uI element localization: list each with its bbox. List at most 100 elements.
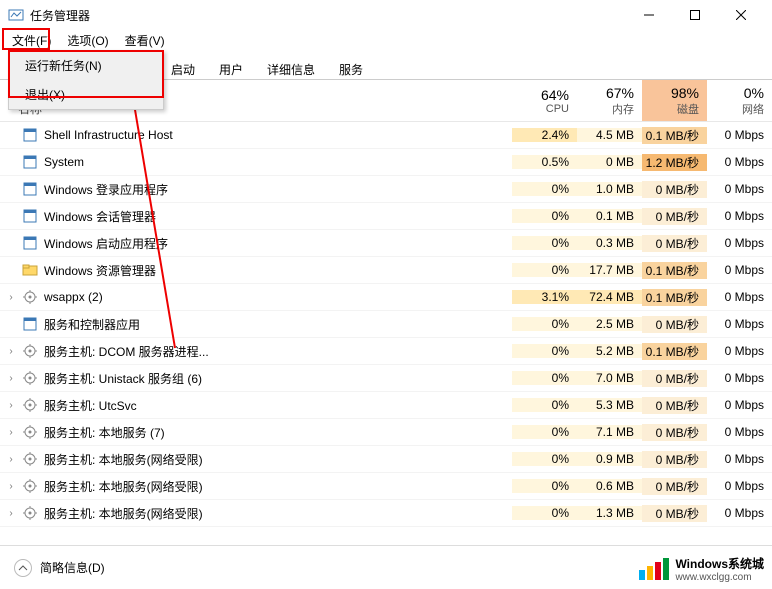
- process-name-cell: ›服务主机: 本地服务(网络受限): [0, 478, 512, 495]
- net-label: 网络: [707, 101, 764, 117]
- menu-file[interactable]: 文件(F): [4, 30, 59, 51]
- process-icon: [22, 478, 38, 494]
- disk-cell: 0 MB/秒: [642, 235, 707, 252]
- network-cell: 0 Mbps: [707, 344, 772, 358]
- minimize-button[interactable]: [626, 0, 672, 30]
- disk-cell: 0.1 MB/秒: [642, 289, 707, 306]
- cpu-cell: 0.5%: [512, 155, 577, 169]
- table-row[interactable]: Windows 登录应用程序0%1.0 MB0 MB/秒0 Mbps: [0, 176, 772, 203]
- process-name: 服务主机: DCOM 服务器进程...: [44, 343, 209, 360]
- disk-cell: 0 MB/秒: [642, 370, 707, 387]
- process-name-cell: › 服务主机: 本地服务(网络受限): [0, 451, 512, 468]
- cpu-cell: 0%: [512, 479, 577, 493]
- expand-icon[interactable]: ›: [6, 481, 16, 492]
- process-icon: [22, 451, 38, 467]
- cpu-cell: 0%: [512, 452, 577, 466]
- network-cell: 0 Mbps: [707, 317, 772, 331]
- process-icon: [22, 235, 38, 251]
- menu-run-new-task[interactable]: 运行新任务(N): [9, 51, 163, 80]
- expand-icon[interactable]: ›: [6, 427, 16, 438]
- expand-icon[interactable]: ›: [6, 292, 16, 303]
- expand-icon[interactable]: ›: [6, 508, 16, 519]
- process-name-cell: ›服务主机: 本地服务 (7): [0, 424, 512, 441]
- network-cell: 0 Mbps: [707, 506, 772, 520]
- col-network[interactable]: 0% 网络: [707, 80, 772, 121]
- memory-cell: 72.4 MB: [577, 290, 642, 304]
- expand-icon[interactable]: ›: [6, 454, 16, 465]
- network-cell: 0 Mbps: [707, 209, 772, 223]
- table-row[interactable]: ›服务主机: DCOM 服务器进程...0%5.2 MB0.1 MB/秒0 Mb…: [0, 338, 772, 365]
- table-row[interactable]: ›服务主机: 本地服务(网络受限)0%1.3 MB0 MB/秒0 Mbps: [0, 500, 772, 527]
- table-row[interactable]: ›服务主机: 本地服务 (7)0%7.1 MB0 MB/秒0 Mbps: [0, 419, 772, 446]
- expand-icon[interactable]: ›: [6, 346, 16, 357]
- process-name: 服务主机: 本地服务(网络受限): [44, 451, 203, 468]
- file-dropdown: 运行新任务(N) 退出(X): [8, 50, 164, 110]
- process-name-cell: Windows 启动应用程序: [0, 235, 512, 252]
- process-icon: [22, 397, 38, 413]
- memory-cell: 5.3 MB: [577, 398, 642, 412]
- process-name-cell: Windows 会话管理器: [0, 208, 512, 225]
- network-cell: 0 Mbps: [707, 452, 772, 466]
- disk-percent: 98%: [642, 85, 699, 101]
- disk-cell: 0 MB/秒: [642, 505, 707, 522]
- cpu-cell: 0%: [512, 371, 577, 385]
- network-cell: 0 Mbps: [707, 425, 772, 439]
- cpu-cell: 0%: [512, 398, 577, 412]
- expand-icon[interactable]: ›: [6, 373, 16, 384]
- col-disk[interactable]: 98% 磁盘: [642, 80, 707, 121]
- menu-options[interactable]: 选项(O): [59, 30, 116, 51]
- process-icon: [22, 154, 38, 170]
- process-name-cell: ›wsappx (2): [0, 289, 512, 305]
- process-name: Windows 会话管理器: [44, 208, 156, 225]
- table-row[interactable]: ›服务主机: UtcSvc0%5.3 MB0 MB/秒0 Mbps: [0, 392, 772, 419]
- process-name-cell: Windows 登录应用程序: [0, 181, 512, 198]
- maximize-button[interactable]: [672, 0, 718, 30]
- menu-exit[interactable]: 退出(X): [9, 80, 163, 109]
- col-cpu[interactable]: 64% CPU: [512, 80, 577, 121]
- disk-cell: 0 MB/秒: [642, 478, 707, 495]
- table-row[interactable]: Windows 资源管理器0%17.7 MB0.1 MB/秒0 Mbps: [0, 257, 772, 284]
- network-cell: 0 Mbps: [707, 236, 772, 250]
- cpu-percent: 64%: [512, 87, 569, 103]
- table-row[interactable]: ›服务主机: 本地服务(网络受限)0%0.9 MB0 MB/秒0 Mbps: [0, 446, 772, 473]
- network-cell: 0 Mbps: [707, 398, 772, 412]
- network-cell: 0 Mbps: [707, 371, 772, 385]
- process-icon: [22, 289, 38, 305]
- cpu-label: CPU: [512, 103, 569, 115]
- cpu-cell: 0%: [512, 506, 577, 520]
- cpu-cell: 0%: [512, 182, 577, 196]
- process-name: Windows 资源管理器: [44, 262, 156, 279]
- col-memory[interactable]: 67% 内存: [577, 80, 642, 121]
- window-title: 任务管理器: [30, 7, 626, 24]
- process-name-cell: Windows 资源管理器: [0, 262, 512, 279]
- tab-details[interactable]: 详细信息: [256, 57, 326, 80]
- network-cell: 0 Mbps: [707, 290, 772, 304]
- process-icon: [22, 127, 38, 143]
- cpu-cell: 0%: [512, 317, 577, 331]
- table-row[interactable]: 服务和控制器应用0%2.5 MB0 MB/秒0 Mbps: [0, 311, 772, 338]
- table-row[interactable]: Shell Infrastructure Host2.4%4.5 MB0.1 M…: [0, 122, 772, 149]
- chevron-up-icon[interactable]: [14, 559, 32, 577]
- tab-users[interactable]: 用户: [208, 57, 254, 80]
- memory-cell: 1.3 MB: [577, 506, 642, 520]
- process-name-cell: › 服务主机: DCOM 服务器进程...: [0, 343, 512, 360]
- cpu-cell: 0%: [512, 344, 577, 358]
- process-name: Shell Infrastructure Host: [44, 128, 173, 142]
- table-row[interactable]: System0.5%0 MB1.2 MB/秒0 Mbps: [0, 149, 772, 176]
- disk-cell: 0.1 MB/秒: [642, 127, 707, 144]
- table-row[interactable]: Windows 启动应用程序0%0.3 MB0 MB/秒0 Mbps: [0, 230, 772, 257]
- menu-view[interactable]: 查看(V): [117, 30, 173, 51]
- table-row[interactable]: ›服务主机: Unistack 服务组 (6)0%7.0 MB0 MB/秒0 M…: [0, 365, 772, 392]
- disk-cell: 0.1 MB/秒: [642, 343, 707, 360]
- expand-icon[interactable]: ›: [6, 400, 16, 411]
- table-row[interactable]: ›服务主机: 本地服务(网络受限)0%0.6 MB0 MB/秒0 Mbps: [0, 473, 772, 500]
- process-name-cell: ›服务主机: UtcSvc: [0, 397, 512, 414]
- close-button[interactable]: [718, 0, 764, 30]
- tab-startup[interactable]: 启动: [160, 57, 206, 80]
- fewer-details-link[interactable]: 简略信息(D): [40, 559, 105, 576]
- table-row[interactable]: ›wsappx (2)3.1%72.4 MB0.1 MB/秒0 Mbps: [0, 284, 772, 311]
- process-icon: [22, 262, 38, 278]
- table-row[interactable]: Windows 会话管理器0%0.1 MB0 MB/秒0 Mbps: [0, 203, 772, 230]
- tab-services[interactable]: 服务: [328, 57, 374, 80]
- cpu-cell: 2.4%: [512, 128, 577, 142]
